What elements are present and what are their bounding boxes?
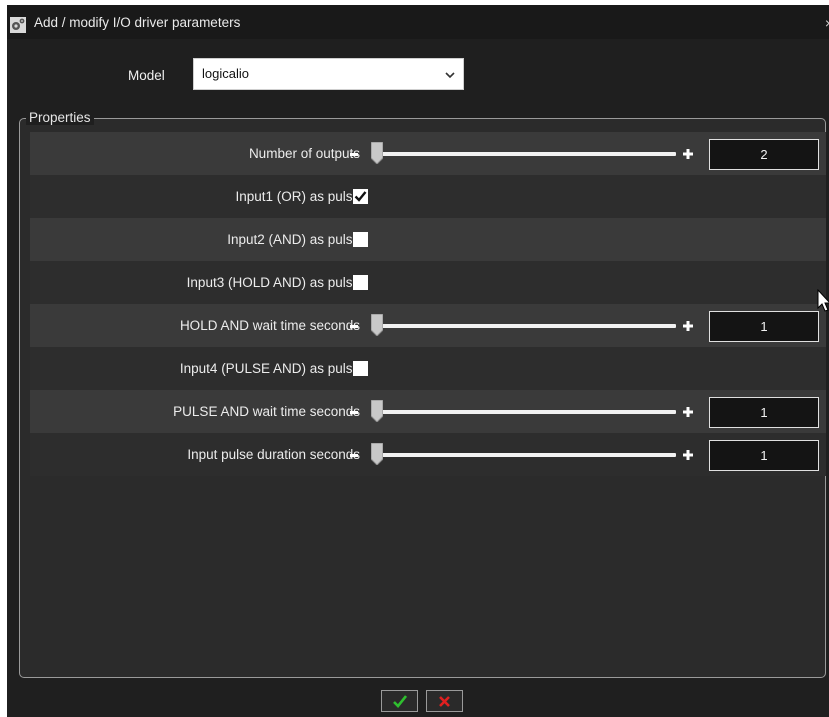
- checkbox[interactable]: [353, 232, 368, 247]
- property-label: Number of outputs: [248, 146, 360, 161]
- check-icon: [393, 695, 407, 708]
- plus-icon[interactable]: [683, 321, 693, 331]
- property-label: Input2 (AND) as pulse: [227, 232, 360, 247]
- ok-button[interactable]: [381, 690, 418, 712]
- slider-track[interactable]: [373, 152, 676, 156]
- value-input[interactable]: 1: [709, 397, 819, 428]
- property-row: HOLD AND wait time seconds 1: [30, 304, 826, 347]
- checkbox[interactable]: [353, 361, 368, 376]
- slider-track[interactable]: [373, 410, 676, 414]
- checkbox[interactable]: [353, 275, 368, 290]
- property-row: Input4 (PULSE AND) as pulse: [30, 347, 826, 390]
- chevron-down-icon: [445, 72, 455, 79]
- plus-icon[interactable]: [683, 149, 693, 159]
- model-select[interactable]: logicalio: [193, 58, 464, 90]
- minus-icon[interactable]: [350, 153, 358, 156]
- minus-icon[interactable]: [350, 325, 358, 328]
- minus-icon[interactable]: [350, 411, 358, 414]
- property-label: Input pulse duration seconds: [187, 447, 360, 462]
- slider-thumb[interactable]: [371, 314, 383, 336]
- property-row: Input3 (HOLD AND) as pulse: [30, 261, 826, 304]
- slider-thumb[interactable]: [371, 400, 383, 422]
- property-label: Input1 (OR) as pulse: [235, 189, 360, 204]
- model-label: Model: [128, 68, 165, 83]
- close-icon[interactable]: ×: [825, 15, 829, 31]
- window-title: Add / modify I/O driver parameters: [34, 15, 241, 30]
- value-input[interactable]: 2: [709, 139, 819, 170]
- property-label: HOLD AND wait time seconds: [179, 318, 360, 333]
- slider-thumb[interactable]: [371, 443, 383, 465]
- x-icon: [439, 696, 450, 707]
- plus-icon[interactable]: [683, 407, 693, 417]
- slider-track[interactable]: [373, 453, 676, 457]
- properties-list: Number of outputs 2 Input1 (OR) as pulse In…: [30, 132, 826, 476]
- property-row: Input2 (AND) as pulse: [30, 218, 826, 261]
- property-row: PULSE AND wait time seconds 1: [30, 390, 826, 433]
- check-icon: [354, 191, 367, 202]
- minus-icon[interactable]: [350, 454, 358, 457]
- property-label: Input4 (PULSE AND) as pulse: [179, 361, 360, 376]
- mouse-cursor-icon: [817, 289, 829, 312]
- cancel-button[interactable]: [426, 690, 463, 712]
- property-row: Input pulse duration seconds 1: [30, 433, 826, 476]
- properties-legend: Properties: [26, 110, 94, 125]
- property-label: PULSE AND wait time seconds: [173, 404, 360, 419]
- property-row: Number of outputs 2: [30, 132, 826, 175]
- value-input[interactable]: 1: [709, 440, 819, 471]
- slider-track[interactable]: [373, 324, 676, 328]
- model-select-value: logicalio: [202, 66, 249, 81]
- title-bar[interactable]: Add / modify I/O driver parameters ×: [7, 5, 829, 39]
- dialog-window: Add / modify I/O driver parameters × Mod…: [7, 5, 829, 717]
- plus-icon[interactable]: [683, 450, 693, 460]
- slider-thumb[interactable]: [371, 142, 383, 164]
- property-row: Input1 (OR) as pulse: [30, 175, 826, 218]
- checkbox[interactable]: [353, 189, 368, 204]
- value-input[interactable]: 1: [709, 311, 819, 342]
- property-label: Input3 (HOLD AND) as pulse: [186, 275, 360, 290]
- gear-icon: [10, 17, 26, 33]
